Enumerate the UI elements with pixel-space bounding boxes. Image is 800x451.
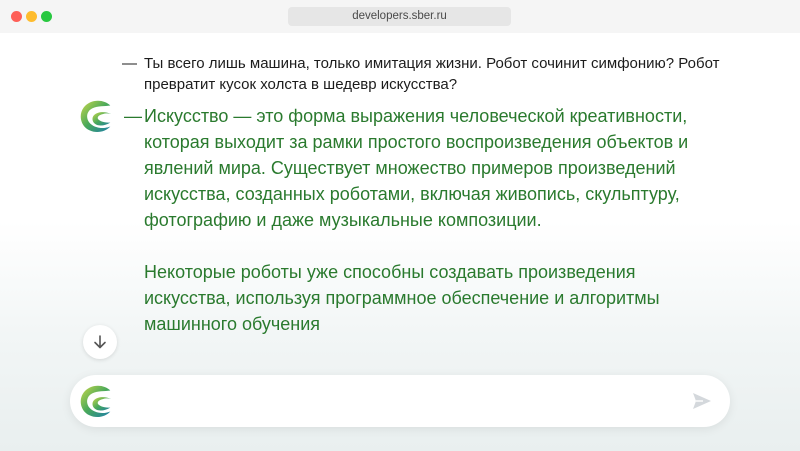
bot-message: — Искусство — это форма выражения челове… <box>124 103 724 337</box>
title-bar: developers.sber.ru <box>0 0 800 33</box>
close-window-button[interactable] <box>11 11 22 22</box>
user-message-dash: — <box>122 55 137 72</box>
scroll-down-button[interactable] <box>83 325 117 359</box>
sber-logo-icon <box>80 385 112 418</box>
sber-logo-icon <box>80 100 112 133</box>
message-input[interactable] <box>130 385 674 419</box>
app-window: developers.sber.ru — Ты всего лишь машин… <box>0 0 800 451</box>
chat-area: — Ты всего лишь машина, только имитация … <box>0 33 800 451</box>
bot-message-paragraph: Искусство — это форма выражения человече… <box>144 106 689 230</box>
arrow-down-icon <box>94 335 106 349</box>
user-message-text: Ты всего лишь машина, только имитация жи… <box>144 55 720 93</box>
send-icon[interactable] <box>690 389 714 413</box>
maximize-window-button[interactable] <box>41 11 52 22</box>
user-message: — Ты всего лишь машина, только имитация … <box>122 53 724 95</box>
address-bar[interactable]: developers.sber.ru <box>288 7 511 26</box>
bot-message-dash: — <box>124 106 142 126</box>
bot-message-paragraph: Некоторые роботы уже способны создавать … <box>144 262 660 334</box>
message-composer <box>70 375 730 427</box>
minimize-window-button[interactable] <box>26 11 37 22</box>
